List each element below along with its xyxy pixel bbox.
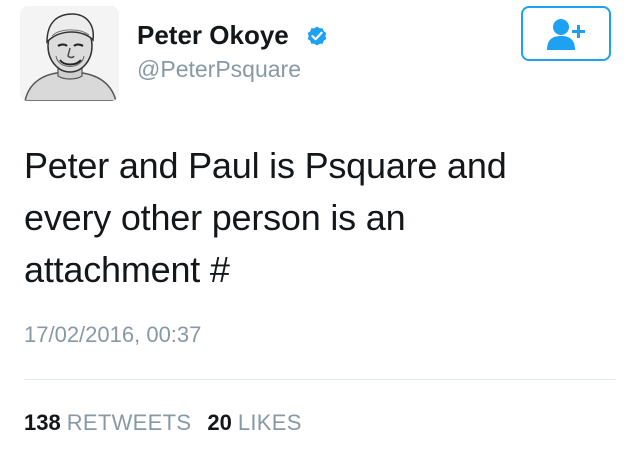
tweet-timestamp[interactable]: 17/02/2016, 00:37 [24,322,201,348]
avatar[interactable] [20,6,119,101]
retweets-stat[interactable]: 138 RETWEETS [24,410,191,436]
retweets-label: RETWEETS [66,410,192,435]
verified-badge-icon [307,26,327,46]
avatar-portrait-image [20,6,119,101]
likes-stat[interactable]: 20 LIKES [207,410,301,436]
tweet-stats: 138 RETWEETS 20 LIKES [24,410,302,436]
add-user-icon [547,18,585,50]
retweets-count: 138 [24,410,61,435]
user-handle[interactable]: @PeterPsquare [137,56,301,83]
likes-label: LIKES [237,410,302,435]
tweet-text-line: every other person is an [24,197,406,238]
tweet-text: Peter and Paul is Psquare and every othe… [24,140,614,296]
divider [24,379,616,380]
follow-button[interactable] [521,6,611,61]
tweet-text-line[interactable]: attachment # [24,244,614,296]
likes-count: 20 [207,410,232,435]
tweet-text-line: Peter and Paul is Psquare and [24,145,507,186]
display-name[interactable]: Peter Okoye [137,20,289,51]
